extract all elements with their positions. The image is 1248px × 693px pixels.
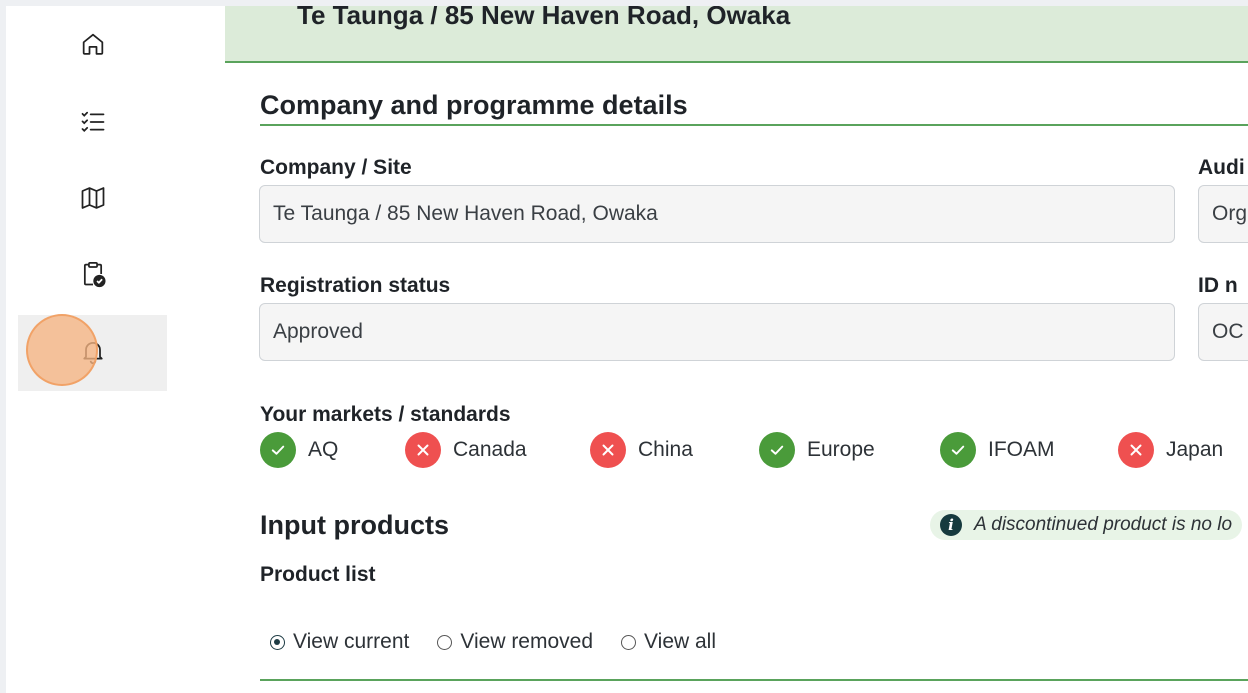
market-item-japan: Japan: [1118, 432, 1223, 468]
sidebar-item-clipboard[interactable]: [18, 238, 167, 314]
product-list-label: Product list: [260, 563, 376, 586]
radio-label: View all: [644, 630, 717, 653]
main-content: Te Taunga / 85 New Haven Road, Owaka Com…: [179, 6, 1248, 693]
markets-label: Your markets / standards: [260, 403, 511, 426]
info-text: A discontinued product is no lo: [974, 514, 1233, 535]
market-name: IFOAM: [988, 438, 1055, 461]
id-number-label: ID n: [1198, 274, 1238, 297]
sidebar-item-map[interactable]: [18, 162, 167, 238]
radio-button[interactable]: [270, 634, 285, 650]
market-name: China: [638, 438, 693, 461]
registration-status-label: Registration status: [260, 274, 451, 297]
check-icon: [260, 432, 296, 468]
company-site-field[interactable]: Te Taunga / 85 New Haven Road, Owaka: [259, 185, 1175, 243]
market-name: AQ: [308, 438, 339, 461]
section-title: Company and programme details: [260, 90, 688, 120]
section-divider: [260, 124, 1248, 126]
radio-view-current[interactable]: View current: [270, 630, 409, 654]
sidebar-item-home[interactable]: [18, 8, 167, 84]
sidebar: [6, 6, 179, 693]
check-icon: [940, 432, 976, 468]
company-site-label: Company / Site: [260, 156, 412, 179]
market-item-china: China: [590, 432, 693, 468]
market-name: Japan: [1166, 438, 1224, 461]
clipboard-check-icon: [79, 260, 107, 293]
radio-button[interactable]: [437, 634, 453, 650]
cross-icon: [590, 432, 626, 468]
sidebar-item-checklist[interactable]: [18, 86, 167, 162]
map-icon: [79, 184, 107, 217]
radio-label: View current: [293, 630, 410, 653]
market-item-europe: Europe: [759, 432, 875, 468]
product-view-filter: View current View removed View all: [270, 630, 744, 654]
registration-status-field[interactable]: Approved: [259, 303, 1175, 361]
market-name: Canada: [453, 438, 527, 461]
id-number-field[interactable]: OC: [1198, 303, 1248, 361]
market-name: Europe: [807, 438, 875, 461]
radio-view-removed[interactable]: View removed: [437, 630, 593, 654]
radio-label: View removed: [460, 630, 594, 653]
check-icon: [759, 432, 795, 468]
cross-icon: [1118, 432, 1154, 468]
site-banner: Te Taunga / 85 New Haven Road, Owaka: [225, 6, 1248, 63]
info-icon: i: [940, 514, 962, 536]
market-item-aq: AQ: [260, 432, 338, 468]
market-item-canada: Canada: [405, 432, 527, 468]
home-icon: [79, 30, 107, 63]
banner-title: Te Taunga / 85 New Haven Road, Owaka: [297, 6, 791, 30]
checklist-icon: [79, 108, 107, 141]
input-products-title: Input products: [260, 510, 449, 540]
audit-label: Audi: [1198, 156, 1245, 179]
audit-field[interactable]: Org: [1198, 185, 1248, 243]
click-indicator: [26, 314, 98, 386]
cross-icon: [405, 432, 441, 468]
market-item-ifoam: IFOAM: [940, 432, 1055, 468]
product-list-divider: [260, 679, 1248, 681]
radio-button[interactable]: [621, 634, 637, 650]
info-note: i A discontinued product is no lo: [930, 510, 1243, 540]
radio-view-all[interactable]: View all: [621, 630, 716, 654]
